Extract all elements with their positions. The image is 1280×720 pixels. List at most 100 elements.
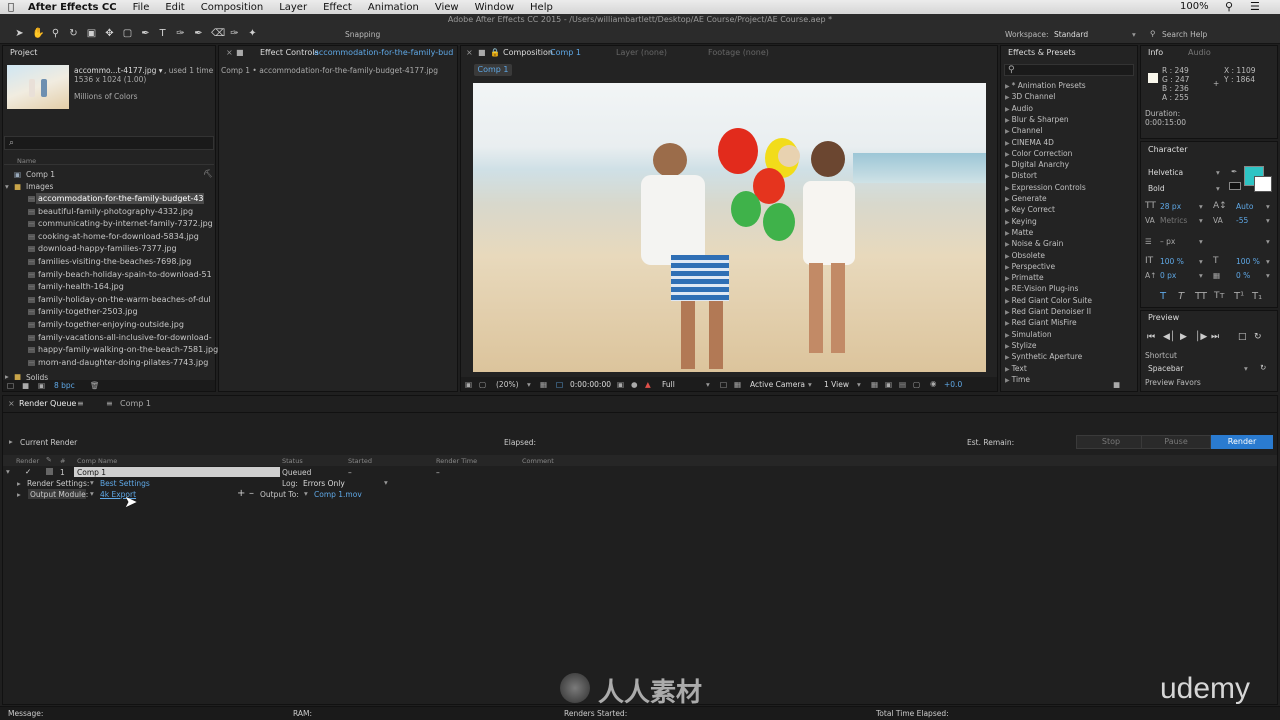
project-file-item[interactable]: families-visiting-the-beaches-7698.jpg bbox=[38, 256, 191, 268]
new-bin-icon[interactable]: ■ bbox=[1113, 380, 1120, 389]
effects-category-item[interactable]: ▶ Expression Controls bbox=[1005, 182, 1086, 193]
vertical-scale-value[interactable]: 100 % bbox=[1160, 257, 1184, 266]
chevron-right-icon[interactable]: ▸ bbox=[17, 490, 21, 499]
project-file-item[interactable]: family-health-164.jpg bbox=[38, 281, 124, 293]
render-button[interactable]: Render bbox=[1211, 435, 1273, 449]
clone-tool-icon[interactable]: ✒ bbox=[193, 28, 204, 39]
transparency-grid-icon[interactable]: ▦ bbox=[734, 380, 741, 389]
project-file-item[interactable]: download-happy-families-7377.jpg bbox=[38, 243, 177, 255]
selection-tool-icon[interactable]: ➤ bbox=[14, 28, 25, 39]
menu-list-icon[interactable]: ☰ bbox=[1250, 0, 1260, 13]
close-icon[interactable]: × bbox=[226, 45, 233, 61]
zoom-tool-icon[interactable]: ⚲ bbox=[50, 28, 61, 39]
search-help-input[interactable]: Search Help bbox=[1162, 30, 1207, 39]
monitor-icon[interactable]: ▢ bbox=[479, 380, 486, 389]
menu-layer[interactable]: Layer bbox=[271, 2, 315, 13]
reset-icon[interactable]: ↻ bbox=[1260, 363, 1266, 372]
project-file-item[interactable]: accommodation-for-the-family-budget-43 bbox=[38, 193, 204, 205]
effects-category-item[interactable]: ▶ Red Giant Denoiser II bbox=[1005, 306, 1091, 317]
render-checkbox[interactable]: ✓ bbox=[25, 467, 31, 476]
chevron-down-icon[interactable]: ▾ bbox=[5, 182, 9, 191]
status-column-header[interactable]: Status bbox=[282, 457, 303, 465]
project-file-item[interactable]: happy-family-walking-on-the-beach-7581.j… bbox=[38, 344, 218, 356]
chevron-down-icon[interactable]: ▾ bbox=[384, 478, 388, 487]
effects-category-item[interactable]: ▶ Primatte bbox=[1005, 272, 1044, 283]
chevron-down-icon[interactable]: ▾ bbox=[1266, 257, 1270, 266]
effects-category-item[interactable]: ▶ Simulation bbox=[1005, 329, 1052, 340]
project-file-item[interactable]: family-beach-holiday-spain-to-download-5… bbox=[38, 269, 212, 281]
effects-category-item[interactable]: ▶ Red Giant Color Suite bbox=[1005, 295, 1092, 306]
preview-tab[interactable]: Preview bbox=[1148, 310, 1179, 326]
render-queue-tab[interactable]: Render Queue bbox=[19, 396, 76, 412]
effects-category-item[interactable]: ▶ * Animation Presets bbox=[1005, 80, 1086, 91]
audio-tab[interactable]: Audio bbox=[1188, 45, 1211, 61]
menu-composition[interactable]: Composition bbox=[193, 2, 271, 13]
effects-category-item[interactable]: ▶ Perspective bbox=[1005, 261, 1055, 272]
rectangle-tool-icon[interactable]: ▢ bbox=[122, 28, 133, 39]
label-column-icon[interactable]: ✎ bbox=[46, 456, 52, 464]
effects-category-item[interactable]: ▶ Digital Anarchy bbox=[1005, 159, 1069, 170]
remove-output-module-icon[interactable]: – bbox=[249, 488, 254, 499]
new-comp-icon[interactable]: ▣ bbox=[38, 381, 45, 390]
project-tab[interactable]: Project bbox=[10, 45, 37, 61]
chevron-down-icon[interactable]: ▾ bbox=[1199, 257, 1203, 266]
chevron-down-icon[interactable]: ▾ bbox=[90, 478, 94, 487]
font-style-select[interactable]: Bold bbox=[1148, 184, 1165, 193]
chevron-down-icon[interactable]: ▾ bbox=[808, 380, 812, 389]
chevron-down-icon[interactable]: ▾ bbox=[1216, 184, 1220, 193]
menu-effect[interactable]: Effect bbox=[315, 2, 360, 13]
chevron-down-icon[interactable]: ▾ bbox=[1266, 216, 1270, 225]
comp-timeline-tab[interactable]: Comp 1 bbox=[120, 396, 151, 412]
effects-category-item[interactable]: ▶ RE:Vision Plug-ins bbox=[1005, 283, 1078, 294]
toggle-pixel-aspect-icon[interactable]: ▦ bbox=[871, 380, 878, 389]
render-settings-link[interactable]: Best Settings bbox=[100, 479, 150, 488]
new-folder-icon[interactable]: ■ bbox=[22, 381, 29, 390]
menu-help[interactable]: Help bbox=[522, 2, 561, 13]
flowchart-icon[interactable]: ⛏ bbox=[203, 169, 213, 178]
all-caps-icon[interactable]: TT bbox=[1195, 291, 1207, 302]
faux-bold-icon[interactable]: T bbox=[1160, 291, 1166, 302]
next-frame-icon[interactable]: │▶ bbox=[1195, 332, 1207, 342]
type-tool-icon[interactable]: T bbox=[157, 28, 168, 39]
output-to-link[interactable]: Comp 1.mov bbox=[314, 490, 362, 499]
region-of-interest-icon[interactable]: □ bbox=[720, 380, 727, 389]
subscript-icon[interactable]: T₁ bbox=[1252, 291, 1262, 302]
effects-search-input[interactable] bbox=[1004, 64, 1134, 76]
menu-view[interactable]: View bbox=[427, 2, 467, 13]
info-tab[interactable]: Info bbox=[1148, 45, 1163, 61]
apple-icon[interactable]:  bbox=[0, 2, 22, 13]
menu-app[interactable]: After Effects CC bbox=[22, 2, 125, 13]
always-preview-icon[interactable]: ▣ bbox=[465, 380, 472, 389]
menu-file[interactable]: File bbox=[125, 2, 158, 13]
stop-button[interactable]: Stop bbox=[1076, 435, 1146, 449]
effects-category-item[interactable]: ▶ Text bbox=[1005, 363, 1027, 374]
black-swatch[interactable] bbox=[1229, 182, 1241, 190]
effects-category-item[interactable]: ▶ Obsolete bbox=[1005, 250, 1045, 261]
composition-tab[interactable]: Composition bbox=[503, 45, 553, 61]
small-caps-icon[interactable]: Tт bbox=[1214, 291, 1225, 301]
effects-presets-tab[interactable]: Effects & Presets bbox=[1008, 45, 1076, 61]
label-color-swatch[interactable] bbox=[46, 468, 53, 475]
reset-exposure-icon[interactable]: ◉ bbox=[930, 379, 937, 388]
number-column-header[interactable]: # bbox=[60, 457, 65, 465]
faux-italic-icon[interactable]: T bbox=[1178, 291, 1184, 302]
chevron-down-icon[interactable]: ▾ bbox=[1216, 168, 1220, 177]
search-icon[interactable]: ⚲ bbox=[1225, 0, 1233, 13]
started-column-header[interactable]: Started bbox=[348, 457, 372, 465]
chevron-down-icon[interactable]: ▾ bbox=[1266, 202, 1270, 211]
footage-tab[interactable]: Footage (none) bbox=[708, 45, 769, 61]
previous-frame-icon[interactable]: ◀│ bbox=[1163, 332, 1175, 342]
effects-category-item[interactable]: ▶ Distort bbox=[1005, 170, 1037, 181]
comp-navigator-chip[interactable]: Comp 1 bbox=[474, 64, 512, 76]
effects-category-item[interactable]: ▶ Key Correct bbox=[1005, 204, 1055, 215]
magnification-select[interactable]: (20%) bbox=[496, 380, 519, 389]
effects-category-item[interactable]: ▶ Color Correction bbox=[1005, 148, 1072, 159]
project-comp-item[interactable]: Comp 1 bbox=[26, 170, 55, 179]
effects-category-item[interactable]: ▶ Time bbox=[1005, 374, 1030, 385]
exposure-value[interactable]: +0.0 bbox=[944, 380, 962, 389]
project-file-name[interactable]: accommo...t-4177.jpg ▾ bbox=[74, 66, 163, 75]
pan-behind-tool-icon[interactable]: ✥ bbox=[104, 28, 115, 39]
effects-category-item[interactable]: ▶ 3D Channel bbox=[1005, 91, 1055, 102]
kerning-value[interactable]: Metrics bbox=[1160, 216, 1187, 225]
hand-tool-icon[interactable]: ✋ bbox=[32, 28, 44, 39]
